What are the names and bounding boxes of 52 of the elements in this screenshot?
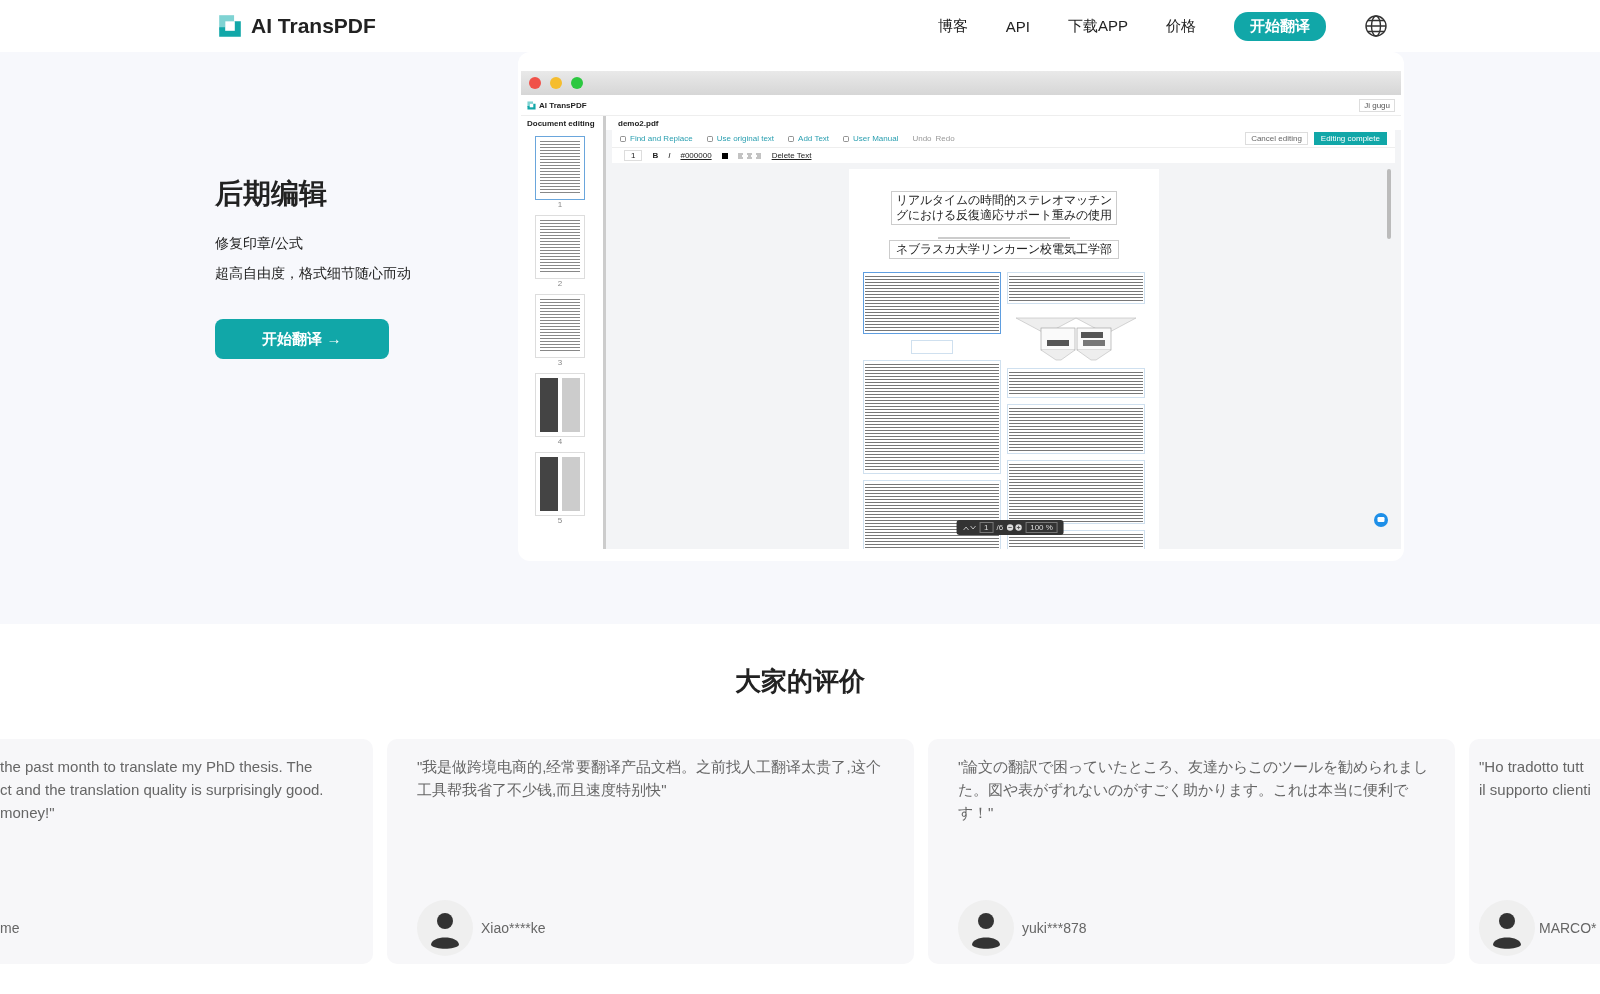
arrows-icon[interactable] — [962, 524, 977, 531]
page-field[interactable]: 1 — [979, 522, 994, 533]
review-text: "Ho tradotto tutt il supporto clienti — [1479, 757, 1592, 800]
color-swatch[interactable] — [721, 152, 728, 159]
color-value[interactable]: #000000 — [680, 151, 712, 160]
page-number: 2 — [557, 279, 563, 288]
page-thumbnail[interactable] — [535, 136, 585, 200]
delete-text-button[interactable]: Delete Text — [771, 151, 812, 160]
nav-link[interactable]: API — [1005, 17, 1030, 35]
feature-text: 超高自由度，格式细节随心而动 — [215, 265, 412, 283]
tool-icon — [788, 135, 795, 142]
feature-title: 后期编辑 — [215, 177, 328, 211]
page-number: 4 — [557, 437, 563, 446]
reviewer-name: yuki***878 — [1022, 920, 1087, 936]
scrollbar[interactable] — [1387, 169, 1391, 239]
page-number: 5 — [557, 516, 563, 525]
logo-icon — [527, 100, 536, 110]
style-button[interactable]: B — [652, 151, 659, 160]
reviewer-name: Xiao****ke — [481, 920, 546, 936]
sidebar-title: Document editing — [527, 119, 596, 128]
logo-icon — [218, 14, 242, 38]
style-button[interactable]: I — [668, 151, 671, 160]
font-size-field[interactable]: 1 — [624, 150, 643, 161]
tool-icon — [843, 135, 850, 142]
reviewer-name: me — [0, 920, 20, 936]
affiliation-text: ネブラスカ大学リンカーン校電気工学部 — [888, 240, 1119, 259]
user-button[interactable]: Ji gugu — [1359, 98, 1395, 112]
file-name: demo2.pdf — [606, 116, 1401, 130]
feature-text: 修复印章/公式 — [215, 235, 304, 253]
section-title: 大家的评价 — [734, 665, 866, 698]
reviewer-name: MARCO* — [1539, 920, 1597, 936]
nav-link[interactable]: 价格 — [1166, 16, 1196, 36]
review-text: "論文の翻訳で困っていたところ、友達からこのツールを勧められました。図や表がずれないのがすごく助かります。これは本当に便利です！" — [958, 757, 1429, 823]
page-total: /6 — [996, 523, 1004, 532]
zoom-field[interactable]: 100 % — [1025, 522, 1058, 533]
globe-icon[interactable] — [1364, 14, 1388, 38]
cancel-button[interactable]: Cancel editing — [1245, 132, 1308, 145]
zoom-icon[interactable] — [1006, 524, 1023, 531]
chat-icon[interactable] — [1374, 513, 1388, 527]
review-text: the past month to translate my PhD thesis. The ct and the translation quality is surprisingly good. money!" — [0, 757, 325, 823]
logo-text: AI TransPDF — [251, 14, 376, 38]
page-number: 1 — [557, 200, 563, 209]
tool-icon — [706, 135, 713, 142]
document-title: リアルタイムの時間的ステレオマッチン グにおける反復適応サポート重みの使用 — [890, 191, 1117, 225]
tool-icon — [620, 135, 626, 142]
nav-link[interactable]: 下载APP — [1068, 16, 1128, 36]
close-icon[interactable] — [529, 77, 541, 89]
review-text: "我是做跨境电商的,经常要翻译产品文档。之前找人工翻译太贵了,这个工具帮我省了不少钱,而且速度特别快" — [417, 757, 882, 800]
nav-link[interactable]: 博客 — [937, 16, 968, 36]
logo-text: AI TransPDF — [539, 100, 587, 110]
page-number: 3 — [557, 358, 563, 367]
section-heading — [910, 340, 953, 354]
